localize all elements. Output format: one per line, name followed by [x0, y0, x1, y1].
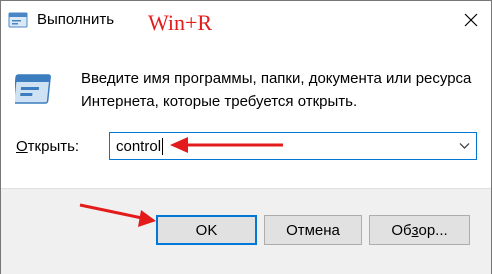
cancel-button[interactable]: Отмена: [264, 215, 362, 245]
browse-label-prefix: Об: [391, 221, 412, 239]
open-label-mnemonic: О: [16, 138, 28, 155]
window-title: Выполнить: [37, 11, 115, 28]
open-label-text: ткрыть:: [27, 138, 80, 155]
cancel-button-label: Отмена: [286, 221, 340, 239]
titlebar: Выполнить Win+R: [1, 1, 491, 39]
ok-button[interactable]: OK: [156, 215, 257, 245]
browse-label-mnemonic: з: [411, 221, 419, 239]
run-app-icon: [8, 12, 28, 28]
open-combobox[interactable]: control: [109, 132, 477, 160]
close-icon: [464, 13, 478, 27]
hotkey-annotation: Win+R: [148, 10, 213, 35]
run-program-icon: [15, 74, 51, 104]
run-dialog: Выполнить Win+R Введите имя программы, п…: [0, 0, 492, 274]
instruction-text: Введите имя программы, папки, документа …: [81, 70, 472, 110]
open-input-value[interactable]: control: [116, 138, 164, 155]
browse-button[interactable]: Об з ор...: [369, 215, 470, 245]
close-button[interactable]: [451, 1, 491, 39]
browse-label-suffix: ор...: [418, 221, 448, 239]
open-label: Открыть:: [16, 138, 79, 155]
chevron-down-icon[interactable]: [459, 142, 470, 150]
ok-button-label: OK: [195, 221, 218, 239]
